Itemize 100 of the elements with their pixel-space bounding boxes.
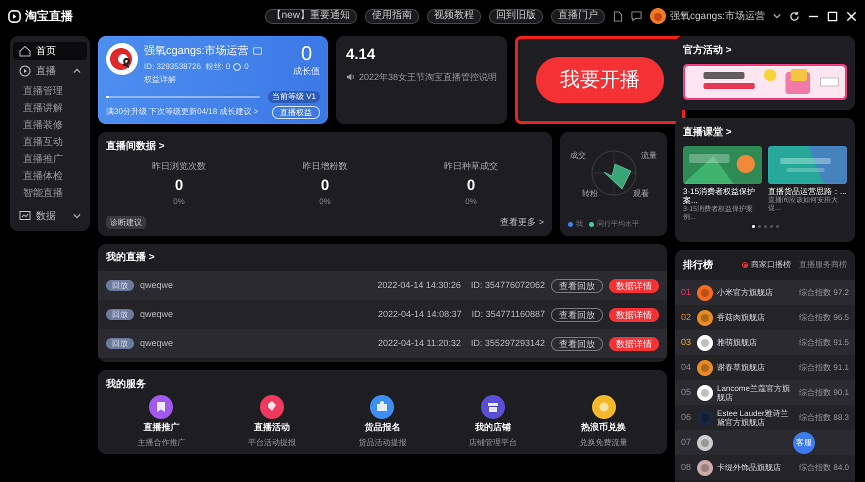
store-name: 小米官方旗舰店 (717, 288, 774, 297)
store-name: 香菇肉旗舰店 (717, 313, 766, 322)
store-name: 谢春草旗舰店 (717, 363, 766, 372)
store-score: 综合指数 88.3 (799, 412, 849, 424)
metric-change: 0% (319, 196, 331, 208)
card-title: 排行榜 (683, 258, 714, 272)
store-name: Estee Lauder雅诗兰黛官方旗舰店 (717, 408, 790, 426)
service-title[interactable]: 我的店铺 (475, 421, 512, 434)
avatar-icon[interactable] (650, 8, 666, 24)
data-details-button[interactable]: 数据详情 (609, 308, 659, 322)
close-icon[interactable] (846, 10, 857, 22)
app-title: 淘宝直播 (25, 8, 73, 25)
user-name[interactable]: 强氧cgangs:市场运营 (670, 8, 765, 24)
top-bar-button[interactable]: 【new】重要通知 (264, 8, 357, 24)
sidebar-subitem[interactable]: 直播装修 (13, 118, 87, 133)
card-title: 我的服务 (106, 378, 147, 392)
sidebar-item[interactable]: 直播 (13, 62, 87, 80)
radar-axis-label: 转粉 (582, 188, 598, 200)
top-bar-button[interactable]: 使用指南 (364, 8, 419, 24)
metric-label: 昨日种草成交 (444, 160, 498, 173)
top-bar-button[interactable]: 直播门户 (550, 8, 605, 24)
chat-icon[interactable] (630, 10, 642, 22)
sidebar-subitem[interactable]: 智能直播 (13, 186, 87, 201)
card-title[interactable]: 官方活动 > (683, 43, 847, 58)
ranking-row[interactable]: 06 Estee Lauder雅诗兰黛官方旗舰店 综合指数 88.3 (675, 405, 855, 430)
sidebar-subitem[interactable]: 直播体检 (13, 169, 87, 184)
service-subtitle: 店铺管理平台 (469, 436, 518, 448)
service-title[interactable]: 热浪币兑换 (581, 421, 626, 434)
service-icon[interactable] (592, 395, 616, 419)
top-bar-button[interactable]: 视频教程 (426, 8, 481, 24)
sidebar-subitem[interactable]: 直播讲解 (13, 101, 87, 116)
go-live-button[interactable]: 我要开播 (536, 57, 664, 103)
store-logo-icon (697, 384, 713, 400)
coin-icon (233, 62, 242, 70)
ranking-tab[interactable]: 直播服务商榜 (799, 259, 847, 271)
sidebar-item[interactable]: 首页 (13, 42, 87, 60)
metric-value: 0 (320, 176, 330, 196)
store-logo-icon (697, 460, 713, 476)
ranking-tab[interactable]: 商家口播榜 (742, 259, 791, 271)
view-more-link[interactable]: 查看更多 > (500, 216, 544, 229)
store-name: 雅萌旗舰店 (717, 338, 758, 347)
metric-value: 0 (466, 176, 476, 196)
class-title[interactable]: 3·15消费者权益保护案... (683, 187, 762, 205)
rank-number: 01 (681, 286, 692, 299)
sidebar-subitem[interactable]: 直播管理 (13, 84, 87, 99)
rights-button[interactable]: 直播权益 (272, 106, 320, 118)
service-subtitle: 平台活动提报 (248, 436, 296, 448)
view-replay-button[interactable]: 查看回放 (551, 308, 603, 322)
service-subtitle: 货品活动提报 (358, 436, 406, 448)
card-title[interactable]: 我的直播 > (98, 244, 667, 271)
diagnosis-tag[interactable]: 诊断建议 (106, 216, 146, 229)
live-name: qweqwe (140, 336, 174, 350)
ranking-row[interactable]: 03 雅萌旗舰店 综合指数 91.5 (675, 330, 855, 355)
radar-axis-label: 成交 (570, 150, 586, 162)
radar-axis-label: 观看 (633, 188, 649, 200)
growth-label: 成长值 (293, 65, 320, 78)
ranking-row[interactable]: 08 卡缇外饰品旗舰店 综合指数 84.0 (675, 455, 855, 480)
live-time: 2022-04-14 11:20:32 (378, 336, 461, 350)
sidebar-item[interactable]: 数据 (13, 207, 87, 225)
service-title[interactable]: 直播活动 (254, 421, 290, 434)
service-icon[interactable] (481, 395, 506, 419)
ranking-row[interactable]: 04 谢春草旗舰店 综合指数 91.1 (675, 355, 855, 380)
card-title[interactable]: 直播间数据 > (106, 139, 544, 154)
metric-change: 0% (173, 196, 185, 208)
service-icon[interactable] (260, 395, 284, 419)
document-icon[interactable] (612, 10, 623, 22)
home-icon (19, 45, 31, 57)
store-score: 综合指数 84.0 (799, 462, 849, 474)
notice-date: 4.14 (346, 45, 376, 65)
view-replay-button[interactable]: 查看回放 (551, 278, 603, 292)
sidebar-subitem[interactable]: 直播互动 (13, 135, 87, 150)
service-icon[interactable] (370, 395, 394, 419)
class-title[interactable]: 直播货品运营思路：... (768, 187, 847, 196)
ranking-row[interactable]: 02 香菇肉旗舰店 综合指数 96.5 (675, 305, 855, 330)
store-logo-icon (697, 334, 713, 350)
live-name: qweqwe (140, 278, 174, 292)
store-score: 综合指数 91.1 (799, 362, 849, 374)
metric-label: 昨日浏览次数 (152, 160, 206, 173)
service-title[interactable]: 货品报名 (364, 421, 400, 434)
data-details-button[interactable]: 数据详情 (609, 278, 659, 292)
logo-icon (8, 10, 21, 22)
expand-icon (73, 212, 81, 220)
replay-tag: 回放 (106, 309, 134, 320)
top-bar-button[interactable]: 回到旧版 (488, 8, 543, 24)
ranking-row[interactable]: 05 Lancome兰蔻官方旗舰店 综合指数 90.1 (675, 380, 855, 405)
notice-text[interactable]: 2022年38女王节淘宝直播管控说明 (359, 70, 498, 84)
play-icon (19, 65, 31, 77)
card-title[interactable]: 直播课堂 > (683, 125, 847, 140)
sidebar-subitem[interactable]: 直播推广 (13, 152, 87, 167)
live-time: 2022-04-14 14:08:37 (378, 308, 462, 321)
maximize-icon[interactable] (827, 10, 838, 22)
service-title[interactable]: 直播推广 (143, 421, 180, 434)
store-name: 卡缇外饰品旗舰店 (717, 463, 782, 472)
data-details-button[interactable]: 数据详情 (609, 336, 659, 350)
view-replay-button[interactable]: 查看回放 (551, 336, 603, 350)
ranking-row[interactable]: 01 小米官方旗舰店 综合指数 97.2 (675, 280, 855, 305)
store-score: 综合指数 91.5 (799, 336, 849, 348)
service-icon[interactable] (149, 395, 174, 419)
rank-number: 07 (681, 436, 692, 449)
refresh-icon[interactable] (789, 10, 800, 22)
